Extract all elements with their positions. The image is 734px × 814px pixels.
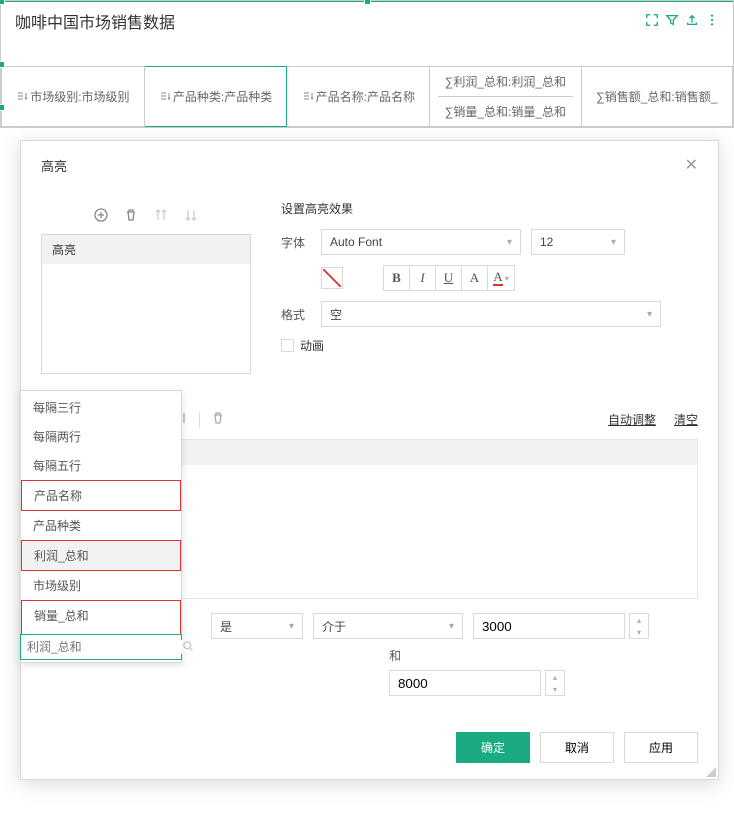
step-down-icon[interactable]: ▾ (546, 683, 564, 695)
search-icon (182, 640, 194, 655)
highlight-color-button[interactable]: A▾ (488, 266, 514, 290)
expand-icon[interactable] (645, 13, 659, 30)
cancel-button[interactable]: 取消 (540, 732, 614, 763)
font-label: 字体 (281, 234, 321, 251)
list-item[interactable]: 高亮 (42, 235, 250, 264)
delete-icon[interactable] (122, 206, 140, 224)
move-up-icon[interactable] (152, 206, 170, 224)
dropdown-option[interactable]: 每隔三行 (21, 393, 181, 422)
step-up-icon[interactable]: ▴ (546, 671, 564, 683)
list-toolbar (41, 200, 251, 234)
widget-title: 咖啡中国市场销售数据 (15, 9, 175, 33)
export-icon[interactable] (685, 13, 699, 30)
sort-icon (159, 90, 171, 105)
value1-stepper[interactable]: ▴▾ (629, 613, 649, 639)
col-header[interactable]: ∑利润_总和:利润_总和 ∑销量_总和:销量_总和 (430, 67, 581, 127)
no-fill-swatch[interactable] (321, 267, 343, 289)
operator-select[interactable]: 介于▾ (313, 613, 463, 639)
dropdown-option[interactable]: 市场级别 (21, 571, 181, 600)
and-label: 和 (389, 647, 698, 664)
font-size-select[interactable]: 12▾ (531, 229, 625, 255)
dropdown-option[interactable]: 每隔五行 (21, 451, 181, 480)
dropdown-option[interactable]: 每隔两行 (21, 422, 181, 451)
chevron-down-icon: ▾ (289, 621, 294, 632)
format-label: 格式 (281, 306, 321, 323)
value1-input[interactable] (473, 613, 625, 639)
col-header[interactable]: 市场级别:市场级别 (2, 67, 145, 127)
highlight-list[interactable]: 高亮 (41, 234, 251, 374)
filter-icon[interactable] (665, 13, 679, 30)
apply-button[interactable]: 应用 (624, 732, 698, 763)
sort-icon (16, 90, 28, 105)
resize-grip[interactable] (704, 765, 716, 777)
value2-input[interactable] (389, 670, 541, 696)
widget-toolbar (645, 13, 719, 30)
col-header[interactable]: ∑销售额_总和:销售额_ (581, 67, 732, 127)
dropdown-option[interactable]: 利润_总和 (21, 540, 181, 571)
col-header[interactable]: 产品名称:产品名称 (287, 67, 430, 127)
chevron-down-icon: ▾ (449, 621, 454, 632)
chevron-down-icon: ▾ (647, 309, 652, 320)
move-down-icon[interactable] (182, 206, 200, 224)
font-color-button[interactable]: A (462, 266, 488, 290)
close-icon[interactable]: ✕ (685, 155, 698, 175)
format-select[interactable]: 空▾ (321, 301, 661, 327)
dropdown-option[interactable]: 销量_总和 (21, 600, 181, 630)
add-icon[interactable] (92, 206, 110, 224)
section-title: 设置高亮效果 (281, 200, 698, 217)
trash-icon[interactable] (210, 410, 226, 429)
text-style-group: B I U A A▾ (383, 265, 515, 291)
logic-select[interactable]: 是▾ (211, 613, 303, 639)
value2-stepper[interactable]: ▴▾ (545, 670, 565, 696)
italic-button[interactable]: I (410, 266, 436, 290)
data-table: 市场级别:市场级别 产品种类:产品种类 产品名称:产品名称 ∑利润_总和:利润_… (1, 66, 733, 127)
animation-checkbox[interactable] (281, 339, 294, 352)
search-field[interactable] (27, 640, 182, 654)
col-header-selected[interactable]: 产品种类:产品种类 (144, 67, 287, 127)
chevron-down-icon: ▾ (507, 237, 512, 248)
more-icon[interactable] (705, 13, 719, 30)
step-up-icon[interactable]: ▴ (630, 614, 648, 626)
background-widget: 咖啡中国市场销售数据 市场级别:市场级别 产品种类:产品种类 产品名称:产品名称… (0, 0, 734, 128)
field-dropdown[interactable]: 每隔三行 每隔两行 每隔五行 产品名称 产品种类 利润_总和 市场级别 销量_总… (20, 390, 182, 663)
dropdown-option[interactable]: 产品种类 (21, 511, 181, 540)
animation-label: 动画 (300, 337, 324, 354)
sort-icon (302, 90, 314, 105)
underline-button[interactable]: U (436, 266, 462, 290)
clear-link[interactable]: 清空 (674, 411, 698, 428)
chevron-down-icon: ▾ (611, 237, 616, 248)
font-select[interactable]: Auto Font▾ (321, 229, 521, 255)
bold-button[interactable]: B (384, 266, 410, 290)
ok-button[interactable]: 确定 (456, 732, 530, 763)
field-search-input[interactable] (20, 634, 182, 660)
dialog-title: 高亮 (41, 156, 67, 175)
step-down-icon[interactable]: ▾ (630, 626, 648, 638)
dropdown-option[interactable]: 产品名称 (21, 480, 181, 511)
auto-adjust-link[interactable]: 自动调整 (608, 411, 656, 428)
